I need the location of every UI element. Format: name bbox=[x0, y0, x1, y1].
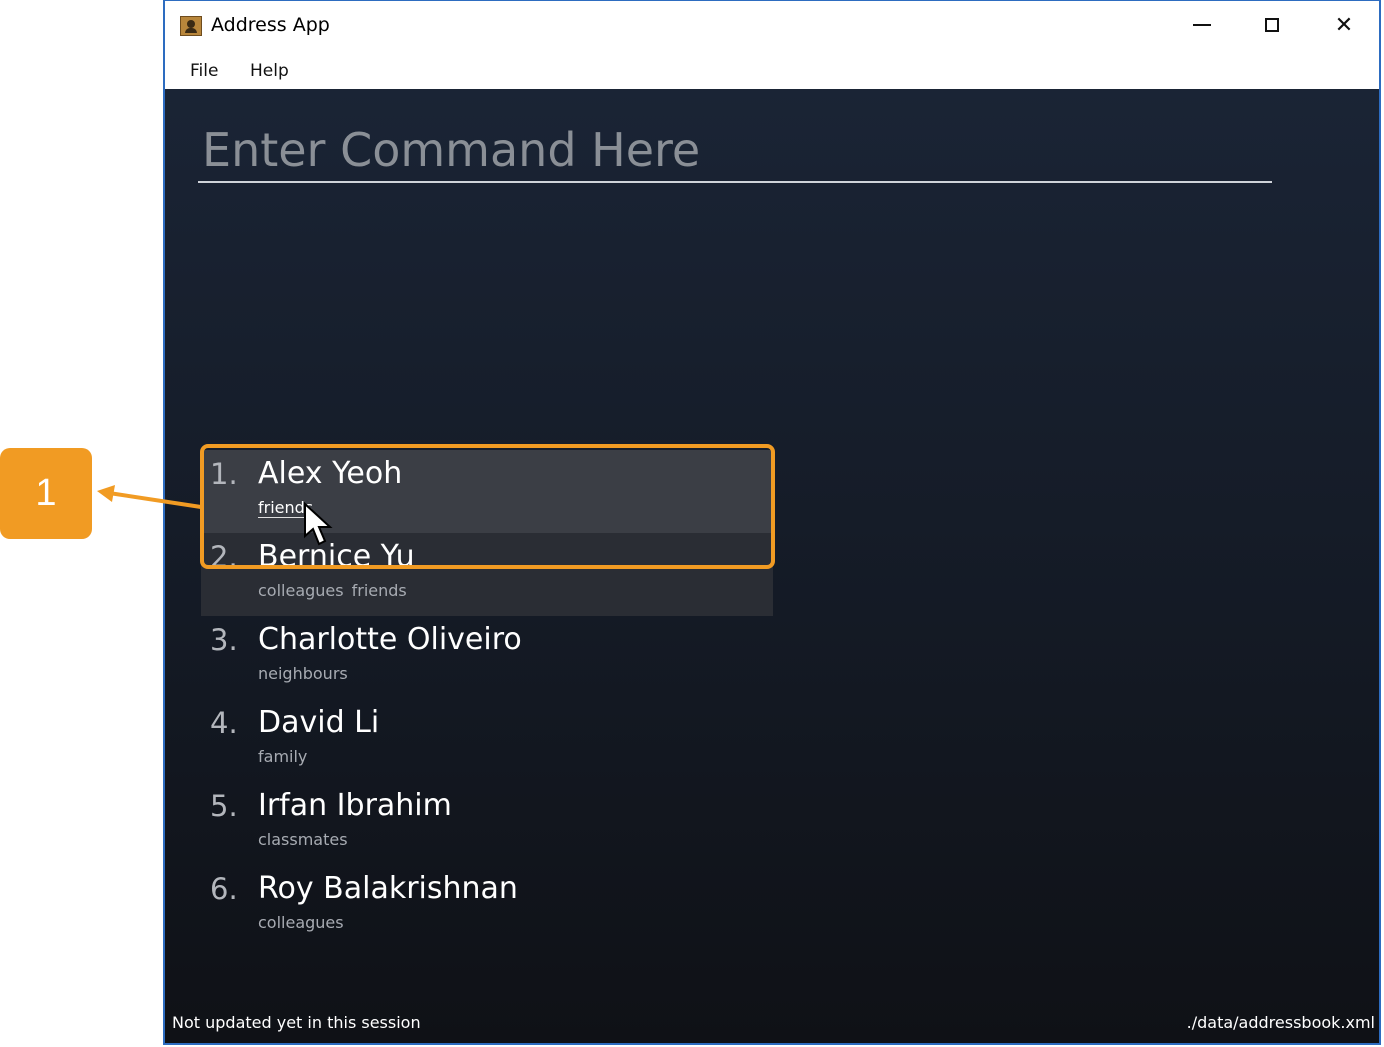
status-bar: Not updated yet in this session ./data/a… bbox=[165, 1003, 1379, 1043]
person-name: Irfan Ibrahim bbox=[258, 788, 452, 823]
person-card[interactable]: 4. David Li family bbox=[201, 699, 773, 782]
person-tags: family bbox=[258, 747, 307, 766]
menu-help[interactable]: Help bbox=[250, 61, 289, 81]
person-card[interactable]: 6. Roy Balakrishnan colleagues bbox=[201, 865, 773, 948]
save-location: ./data/addressbook.xml bbox=[1186, 1013, 1375, 1032]
annotation-highlight-box bbox=[200, 444, 775, 569]
person-index: 4. bbox=[210, 706, 238, 740]
mouse-cursor-icon bbox=[304, 502, 333, 546]
person-name: Charlotte Oliveiro bbox=[258, 622, 522, 657]
annotation-arrow-icon bbox=[97, 485, 202, 509]
minimize-button[interactable] bbox=[1179, 7, 1225, 43]
person-tags: classmates bbox=[258, 830, 348, 849]
minimize-icon bbox=[1193, 24, 1211, 26]
person-card[interactable]: 3. Charlotte Oliveiro neighbours bbox=[201, 616, 773, 699]
annotation-badge: 1 bbox=[0, 448, 92, 539]
person-name: David Li bbox=[258, 705, 380, 740]
title-bar[interactable]: Address App ✕ bbox=[165, 1, 1379, 51]
person-tags: colleagues friends bbox=[258, 581, 407, 600]
close-icon: ✕ bbox=[1334, 12, 1354, 38]
maximize-icon bbox=[1265, 18, 1279, 32]
person-card[interactable]: 5. Irfan Ibrahim classmates bbox=[201, 782, 773, 865]
tag-label: classmates bbox=[258, 830, 348, 849]
person-tags: neighbours bbox=[258, 664, 348, 683]
menu-file[interactable]: File bbox=[190, 61, 218, 81]
window-title: Address App bbox=[211, 14, 330, 36]
close-button[interactable]: ✕ bbox=[1321, 7, 1367, 43]
tag-label: family bbox=[258, 747, 308, 766]
tag-label: colleagues bbox=[258, 913, 344, 932]
command-input[interactable] bbox=[198, 119, 1272, 183]
tag-label: neighbours bbox=[258, 664, 348, 683]
person-index: 3. bbox=[210, 623, 238, 657]
person-name: Roy Balakrishnan bbox=[258, 871, 518, 906]
person-tags: colleagues bbox=[258, 913, 344, 932]
tag-label: friends bbox=[351, 581, 407, 600]
menu-bar: File Help bbox=[165, 51, 1379, 89]
person-index: 6. bbox=[210, 872, 238, 906]
person-index: 5. bbox=[210, 789, 238, 823]
address-book-icon bbox=[180, 16, 202, 36]
tag-label: colleagues bbox=[258, 581, 344, 600]
maximize-button[interactable] bbox=[1249, 7, 1295, 43]
sync-status: Not updated yet in this session bbox=[172, 1013, 421, 1032]
